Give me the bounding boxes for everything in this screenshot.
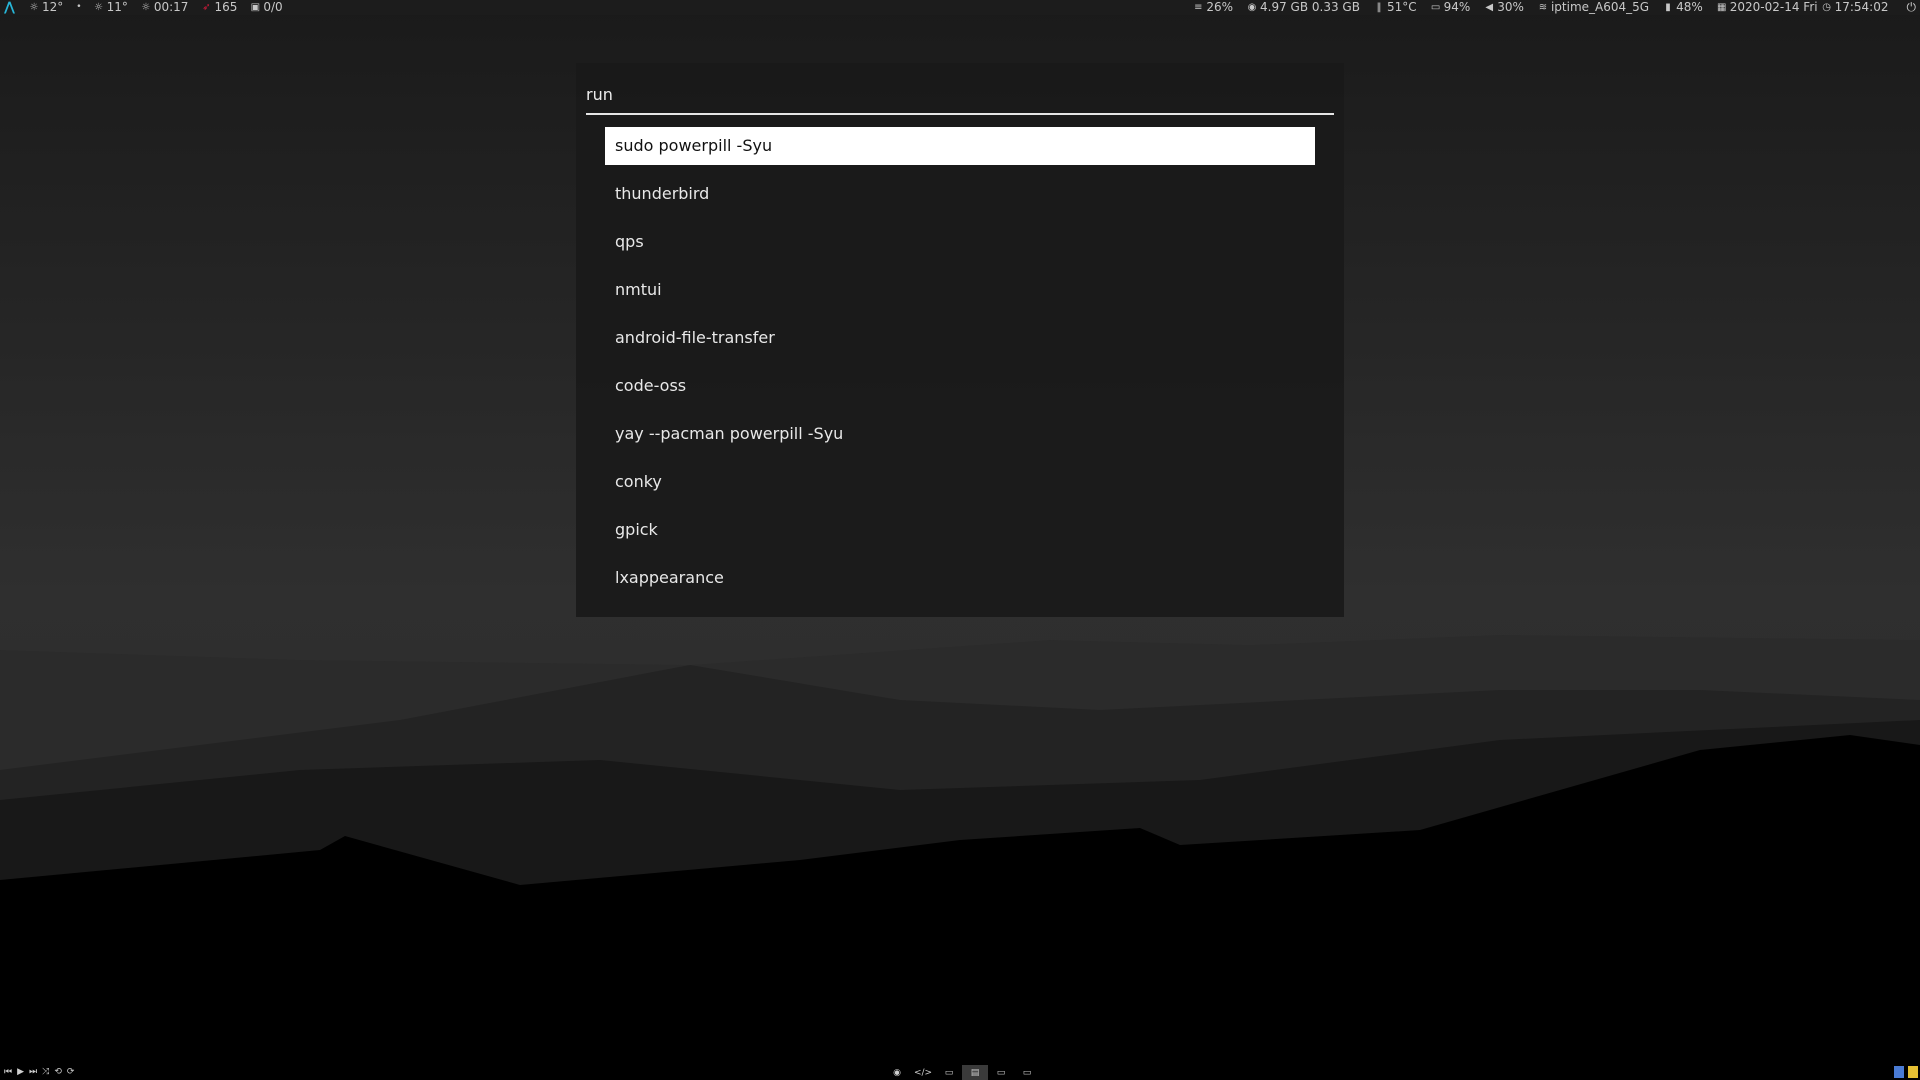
arch-logo-icon[interactable]: ⋀ bbox=[4, 0, 15, 15]
wifi-module[interactable]: ≋ iptime_A604_5G bbox=[1538, 0, 1649, 15]
workspace-monitor-icon-2[interactable]: ▭ bbox=[1014, 1065, 1040, 1080]
temperature-module[interactable]: ‖ 51°C bbox=[1374, 0, 1417, 15]
system-tray bbox=[1894, 1066, 1918, 1078]
tray-app-icon[interactable] bbox=[1894, 1066, 1904, 1078]
workspace-code-icon[interactable]: </> bbox=[910, 1065, 936, 1080]
launcher-results: sudo powerpill -Syu thunderbird qps nmtu… bbox=[605, 127, 1315, 607]
battery-value: 48% bbox=[1676, 0, 1703, 14]
date-value: 2020-02-14 Fri bbox=[1729, 0, 1818, 14]
launcher-result-item[interactable]: conky bbox=[605, 463, 1315, 501]
repeat-one-icon[interactable]: ⟳ bbox=[67, 1067, 75, 1078]
workspace-document-icon[interactable]: ▤ bbox=[962, 1065, 988, 1080]
power-icon[interactable]: ⏻ bbox=[1907, 0, 1917, 15]
calendar-icon: ▦ bbox=[1717, 1, 1727, 13]
launcher-result-item[interactable]: lxappearance bbox=[605, 559, 1315, 597]
repeat-icon[interactable]: ⟲ bbox=[54, 1067, 62, 1078]
cpu-value: 94% bbox=[1443, 0, 1471, 14]
package-count: 0/0 bbox=[263, 0, 283, 14]
cpu-icon: ▭ bbox=[1430, 1, 1441, 13]
launcher-result-item[interactable]: gpick bbox=[605, 511, 1315, 549]
launcher-result-item[interactable]: qps bbox=[605, 223, 1315, 261]
launcher-search-input[interactable] bbox=[586, 75, 1334, 115]
temperature-value: 51°C bbox=[1386, 0, 1417, 14]
launcher-result-item[interactable]: sudo powerpill -Syu bbox=[605, 127, 1315, 165]
clock-value: 17:54:02 bbox=[1834, 0, 1889, 14]
battery-icon: ▮ bbox=[1665, 1, 1671, 13]
app-launcher: sudo powerpill -Syu thunderbird qps nmtu… bbox=[576, 63, 1344, 617]
workspace-browser-icon[interactable]: ◉ bbox=[884, 1065, 910, 1080]
disk-module[interactable]: ≡ 26% bbox=[1193, 0, 1233, 15]
launcher-result-item[interactable]: yay --pacman powerpill -Syu bbox=[605, 415, 1315, 453]
launcher-result-item[interactable]: android-file-transfer bbox=[605, 319, 1315, 357]
sun-icon: ☼ bbox=[29, 1, 39, 13]
shuffle-icon[interactable]: ⤨ bbox=[42, 1067, 49, 1078]
launcher-result-item[interactable]: nmtui bbox=[605, 271, 1315, 309]
timer-value: 00:17 bbox=[153, 0, 189, 14]
tray-app-icon-2[interactable] bbox=[1908, 1066, 1918, 1078]
weather-temp: 12° bbox=[41, 0, 64, 14]
volume-value: 30% bbox=[1497, 0, 1524, 14]
workspace-monitor-icon[interactable]: ▭ bbox=[988, 1065, 1014, 1080]
launcher-prompt bbox=[586, 75, 1334, 117]
weather-temp-2: 11° bbox=[106, 0, 128, 14]
memory-value: 4.97 GB 0.33 GB bbox=[1260, 0, 1360, 14]
arch-updates-icon: ➶ bbox=[202, 1, 211, 13]
bottom-bar: ⏮ ▶ ⏭ ⤨ ⟲ ⟳ ◉ </> ▭ ▤ ▭ ▭ bbox=[0, 1065, 1920, 1080]
dot-icon: • bbox=[76, 2, 82, 12]
cpu-module[interactable]: ▭ 94% bbox=[1430, 0, 1471, 15]
topbar-left: ⋀ ☼ 12° • ☼ 11° ☼ 00:17 ➶ 165 ▣ 0/0 bbox=[4, 0, 296, 15]
desktop: ⋀ ☼ 12° • ☼ 11° ☼ 00:17 ➶ 165 ▣ 0/0 ≡ 26… bbox=[0, 0, 1920, 1080]
timer-module[interactable]: ☼ 00:17 bbox=[141, 0, 189, 15]
volume-module[interactable]: ◀ 30% bbox=[1484, 0, 1524, 15]
thermometer-icon: ‖ bbox=[1376, 1, 1382, 13]
sun-icon: ☼ bbox=[141, 1, 151, 13]
updates-count: 165 bbox=[214, 0, 238, 14]
package-module[interactable]: ▣ 0/0 bbox=[250, 0, 283, 15]
wifi-icon: ≋ bbox=[1538, 1, 1548, 13]
weather-module[interactable]: ☼ 12° bbox=[29, 0, 63, 15]
clock-icon: ◷ bbox=[1822, 1, 1831, 13]
sun-icon: ☼ bbox=[94, 1, 104, 13]
clock-module[interactable]: ◷ 17:54:02 bbox=[1822, 0, 1889, 15]
disk-icon: ≡ bbox=[1194, 1, 1203, 13]
workspace-terminal-icon[interactable]: ▭ bbox=[936, 1065, 962, 1080]
topbar-right: ≡ 26% ◉ 4.97 GB 0.33 GB ‖ 51°C ▭ 94% ◀ 3… bbox=[1179, 0, 1916, 15]
media-controls: ⏮ ▶ ⏭ ⤨ ⟲ ⟳ bbox=[4, 1067, 74, 1078]
date-module[interactable]: ▦ 2020-02-14 Fri bbox=[1717, 0, 1818, 15]
launcher-result-item[interactable]: code-oss bbox=[605, 367, 1315, 405]
volume-icon: ◀ bbox=[1485, 1, 1494, 13]
wifi-ssid: iptime_A604_5G bbox=[1550, 0, 1650, 14]
memory-icon: ◉ bbox=[1247, 1, 1257, 13]
play-icon[interactable]: ▶ bbox=[17, 1067, 24, 1078]
launcher-result-item[interactable]: thunderbird bbox=[605, 175, 1315, 213]
disk-value: 26% bbox=[1206, 0, 1233, 14]
package-icon: ▣ bbox=[250, 1, 261, 13]
prev-icon[interactable]: ⏮ bbox=[4, 1067, 12, 1078]
updates-module[interactable]: ➶ 165 bbox=[201, 0, 237, 15]
next-icon[interactable]: ⏭ bbox=[29, 1067, 37, 1078]
weather-module-2[interactable]: ☼ 11° bbox=[94, 0, 128, 15]
top-status-bar: ⋀ ☼ 12° • ☼ 11° ☼ 00:17 ➶ 165 ▣ 0/0 ≡ 26… bbox=[0, 0, 1920, 15]
memory-module[interactable]: ◉ 4.97 GB 0.33 GB bbox=[1247, 0, 1360, 15]
workspace-switcher: ◉ </> ▭ ▤ ▭ ▭ bbox=[884, 1065, 1040, 1080]
battery-module[interactable]: ▮ 48% bbox=[1663, 0, 1703, 15]
